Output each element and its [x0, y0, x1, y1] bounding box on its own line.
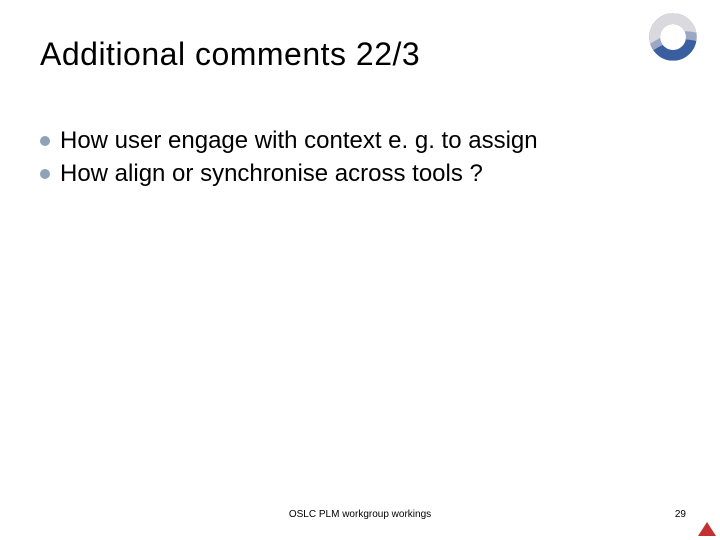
page-number: 29 [675, 509, 686, 520]
slide: Additional comments 22/3 How user engage… [0, 0, 720, 540]
bullet-icon [40, 169, 50, 179]
list-item: How align or synchronise across tools ? [40, 159, 650, 190]
footer-text: OSLC PLM workgroup workings [0, 509, 720, 520]
bullet-text: How align or synchronise across tools ? [60, 159, 483, 190]
slide-title: Additional comments 22/3 [40, 36, 420, 73]
bullet-text: How user engage with context e. g. to as… [60, 126, 538, 157]
list-item: How user engage with context e. g. to as… [40, 126, 650, 157]
swoosh-logo-icon [646, 10, 700, 64]
corner-triangle-icon [698, 522, 716, 536]
body-content: How user engage with context e. g. to as… [40, 126, 650, 191]
bullet-icon [40, 136, 50, 146]
